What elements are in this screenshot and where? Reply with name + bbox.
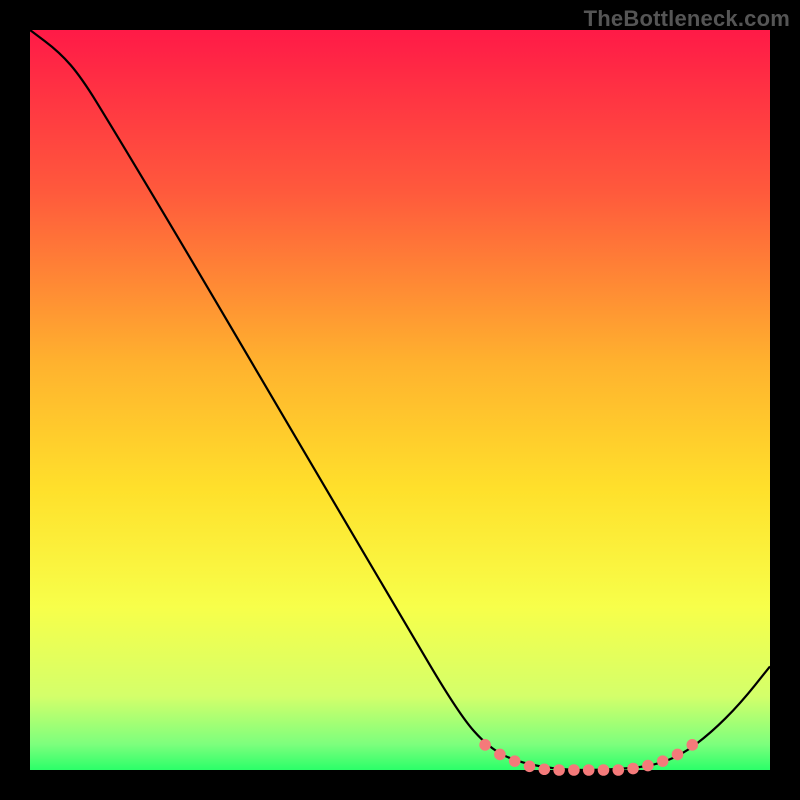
curve-marker [524,761,536,773]
curve-marker [672,749,684,761]
curve-marker [568,764,580,776]
curve-marker [539,763,551,775]
chart-svg [0,0,800,800]
curve-marker [687,739,699,751]
curve-marker [657,755,669,767]
curve-marker [583,764,595,776]
curve-marker [509,755,521,767]
watermark-text: TheBottleneck.com [584,6,790,32]
curve-marker [613,764,625,776]
curve-marker [627,763,639,775]
plot-background [30,30,770,770]
curve-marker [494,749,506,761]
curve-marker [479,739,491,751]
curve-marker [598,764,610,776]
curve-marker [642,760,654,772]
curve-marker [553,764,565,776]
chart-stage: TheBottleneck.com [0,0,800,800]
